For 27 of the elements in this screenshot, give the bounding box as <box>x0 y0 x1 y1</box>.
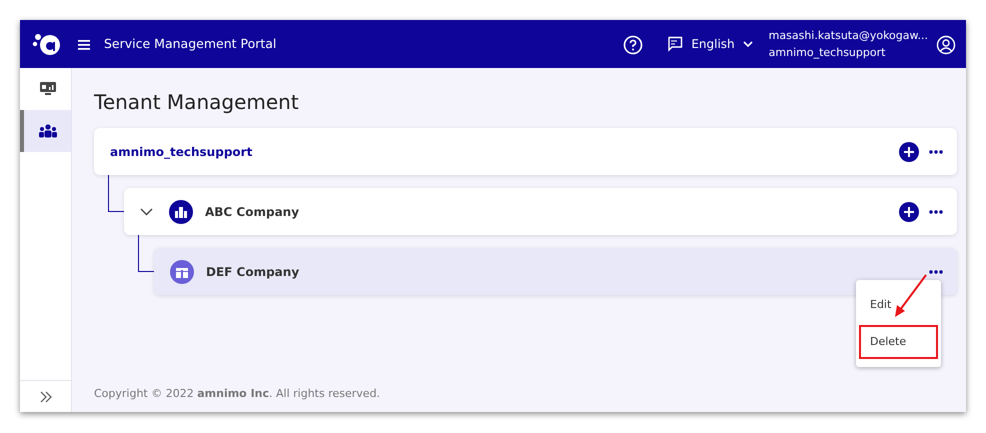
portal-title: Service Management Portal <box>104 34 276 53</box>
add-tenant-icon[interactable] <box>899 142 919 162</box>
menu-item[interactable]: Edit <box>859 288 938 322</box>
add-tenant-icon[interactable] <box>899 202 919 222</box>
annotation-arrow <box>895 274 927 317</box>
monitor-icon <box>38 81 56 97</box>
tenant-name: amnimo_techsupport <box>110 144 252 160</box>
page-title: Tenant Management <box>94 90 300 114</box>
logo-icon <box>32 31 62 57</box>
caret-icon <box>742 40 753 48</box>
tenant-name: ABC Company <box>205 204 300 220</box>
copyright-text: Copyright © 2022 amnimo Inc. All rights reserved. <box>94 386 382 402</box>
more-options-icon[interactable] <box>929 270 943 274</box>
tenant-row[interactable]: ABC Company <box>124 188 957 235</box>
building-icon <box>169 200 193 224</box>
users-icon <box>38 124 58 138</box>
user-tenant: amnimo_techsupport <box>768 45 886 61</box>
office-icon <box>170 260 194 284</box>
tenant-row[interactable]: amnimo_techsupport <box>94 128 957 175</box>
more-options-icon[interactable] <box>929 210 943 214</box>
more-options-icon[interactable] <box>929 150 943 154</box>
language-dropdown[interactable]: English <box>691 35 753 53</box>
user-email: masashi.katsuta@yokogaw... <box>768 28 928 44</box>
feedback-icon <box>667 36 684 52</box>
tenant-name: DEF Company <box>206 264 300 280</box>
users-nav-item[interactable] <box>20 110 71 152</box>
menu-item[interactable]: Delete <box>859 324 938 359</box>
